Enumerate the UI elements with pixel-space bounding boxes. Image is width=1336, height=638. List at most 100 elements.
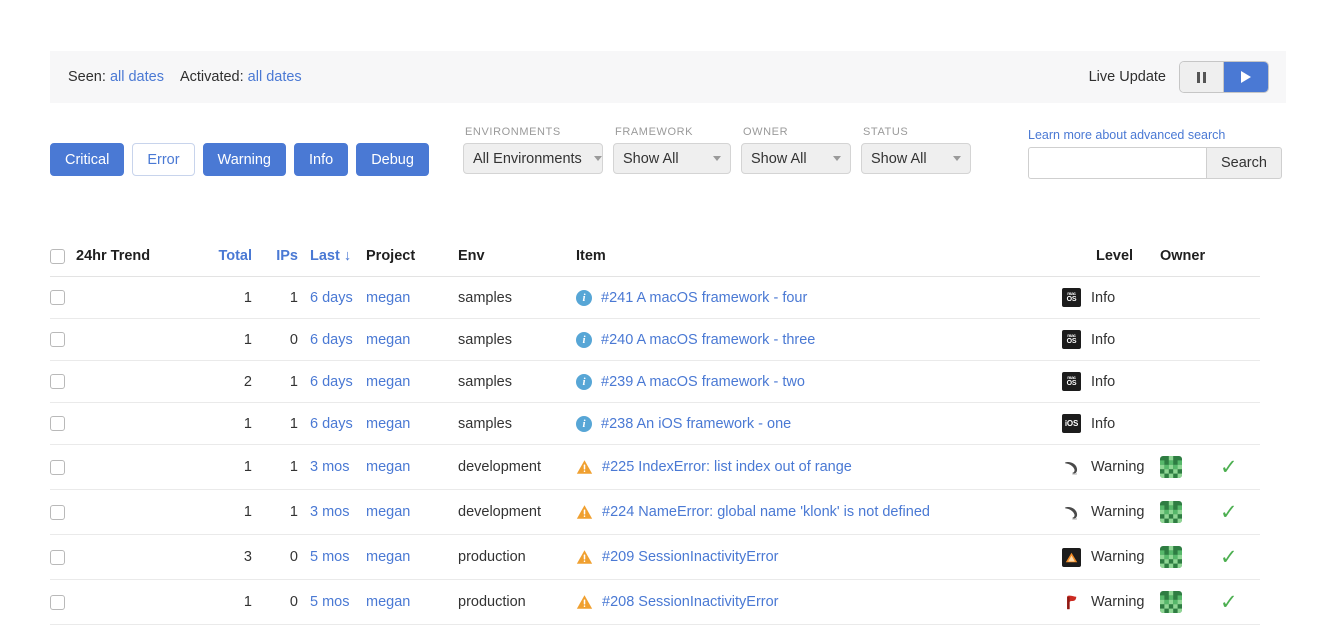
project-link[interactable]: megan [366, 459, 410, 475]
activated-value-link[interactable]: all dates [248, 69, 302, 85]
ips-cell: 1 [266, 444, 310, 490]
item-link[interactable]: #239 A macOS framework - two [601, 374, 805, 390]
row-checkbox[interactable] [50, 504, 65, 520]
row-checkbox[interactable] [50, 332, 65, 347]
header-total[interactable]: Total [204, 248, 266, 277]
avatar[interactable] [1160, 456, 1182, 478]
filter-owner-select[interactable]: Show All [741, 143, 851, 174]
issues-dashboard: Seen: all dates Activated: all dates Liv… [0, 0, 1336, 638]
advanced-search-link[interactable]: Learn more about advanced search [1028, 128, 1282, 142]
ips-cell: 0 [266, 534, 310, 580]
item-cell: #209 SessionInactivityError [576, 534, 1062, 580]
last-seen-link[interactable]: 3 mos [310, 504, 350, 520]
chevron-down-icon [953, 156, 961, 161]
last-seen-link[interactable]: 6 days [310, 374, 353, 390]
chevron-down-icon [713, 156, 721, 161]
env-cell: samples [458, 318, 576, 361]
project-link[interactable]: megan [366, 332, 410, 348]
red-flag-icon [1062, 593, 1081, 612]
filter-framework-label: FRAMEWORK [615, 126, 694, 138]
row-checkbox[interactable] [50, 459, 65, 475]
seen-value-link[interactable]: all dates [110, 69, 164, 85]
play-button[interactable] [1224, 62, 1268, 92]
pause-button[interactable] [1180, 62, 1224, 92]
filter-status-select[interactable]: Show All [861, 143, 971, 174]
level-button-warning[interactable]: Warning [202, 143, 287, 176]
item-link[interactable]: #224 NameError: global name 'klonk' is n… [602, 504, 930, 520]
table-row: 216 days megan samples i #239 A macOS framew… [50, 360, 1260, 403]
last-seen-link[interactable]: 5 mos [310, 594, 350, 610]
level-cell: Warning [1062, 489, 1160, 535]
resolved-check-icon[interactable]: ✓ [1220, 455, 1238, 479]
row-checkbox[interactable] [50, 416, 65, 431]
level-button-error[interactable]: Error [132, 143, 195, 176]
item-link[interactable]: #225 IndexError: list index out of range [602, 459, 852, 475]
header-last[interactable]: Last ↓ [310, 248, 366, 277]
activated-filter: Activated: all dates [180, 69, 302, 85]
total-cell: 1 [204, 276, 266, 319]
search-button[interactable]: Search [1206, 147, 1282, 179]
trend-cell [76, 402, 204, 445]
item-link[interactable]: #208 SessionInactivityError [602, 594, 779, 610]
last-seen-link[interactable]: 6 days [310, 416, 353, 432]
last-seen-link[interactable]: 5 mos [310, 549, 350, 565]
resolved-check-icon[interactable]: ✓ [1220, 545, 1238, 569]
owner-cell [1160, 534, 1220, 580]
project-link[interactable]: megan [366, 549, 410, 565]
avatar[interactable] [1160, 546, 1182, 568]
row-checkbox[interactable] [50, 594, 65, 610]
live-update-controls: Live Update [1089, 62, 1268, 92]
project-link[interactable]: megan [366, 416, 410, 432]
item-link[interactable]: #240 A macOS framework - three [601, 332, 815, 348]
level-button-debug[interactable]: Debug [356, 143, 429, 176]
item-link[interactable]: #241 A macOS framework - four [601, 290, 807, 306]
last-seen-link[interactable]: 6 days [310, 290, 353, 306]
project-cell: megan [366, 276, 458, 319]
table-row: 305 mos megan production #209 SessionInacti… [50, 534, 1260, 580]
level-cell: iOS Info [1062, 402, 1160, 445]
filter-status: STATUS Show All [861, 126, 971, 174]
activated-label: Activated: [179, 69, 244, 85]
row-checkbox[interactable] [50, 374, 65, 389]
filter-environments-select[interactable]: All Environments [463, 143, 603, 174]
row-checkbox[interactable] [50, 549, 65, 565]
item-link[interactable]: #238 An iOS framework - one [601, 416, 791, 432]
last-seen-link[interactable]: 3 mos [310, 459, 350, 475]
project-link[interactable]: megan [366, 290, 410, 306]
level-button-info[interactable]: Info [294, 143, 349, 176]
trend-cell [76, 318, 204, 361]
search-area: Learn more about advanced search Search [1028, 128, 1282, 179]
header-ips[interactable]: IPs [266, 248, 310, 277]
item-cell: i #241 A macOS framework - four [576, 276, 1062, 319]
last-cell: 6 days [310, 402, 366, 445]
avatar[interactable] [1160, 501, 1182, 523]
item-link[interactable]: #209 SessionInactivityError [602, 549, 779, 565]
owner-cell [1160, 276, 1220, 319]
filter-framework-value: Show All [623, 150, 679, 167]
table-body: 116 days megan samples i #241 A macOS framew… [50, 276, 1260, 625]
project-link[interactable]: megan [366, 374, 410, 390]
item-cell: #224 NameError: global name 'klonk' is n… [576, 489, 1062, 535]
search-input[interactable] [1028, 147, 1206, 179]
filter-framework-select[interactable]: Show All [613, 143, 731, 174]
last-seen-link[interactable]: 6 days [310, 332, 353, 348]
total-cell: 1 [204, 579, 266, 625]
row-checkbox[interactable] [50, 290, 65, 305]
select-all-checkbox[interactable] [50, 249, 65, 264]
resolved-check-icon[interactable]: ✓ [1220, 500, 1238, 524]
item-cell: i #238 An iOS framework - one [576, 402, 1062, 445]
warning-triangle-icon [576, 460, 593, 474]
header-owner: Owner [1160, 248, 1220, 277]
level-label: Info [1091, 373, 1116, 390]
level-button-critical[interactable]: Critical [50, 143, 125, 176]
resolved-cell [1220, 276, 1260, 319]
project-link[interactable]: megan [366, 504, 410, 520]
info-icon: i [576, 415, 592, 432]
project-cell: megan [366, 579, 458, 625]
resolved-check-icon[interactable]: ✓ [1220, 590, 1238, 614]
level-label: Warning [1091, 594, 1145, 610]
resolved-cell: ✓ [1220, 444, 1260, 490]
env-cell: samples [458, 360, 576, 403]
project-link[interactable]: megan [366, 594, 410, 610]
avatar[interactable] [1160, 591, 1182, 613]
